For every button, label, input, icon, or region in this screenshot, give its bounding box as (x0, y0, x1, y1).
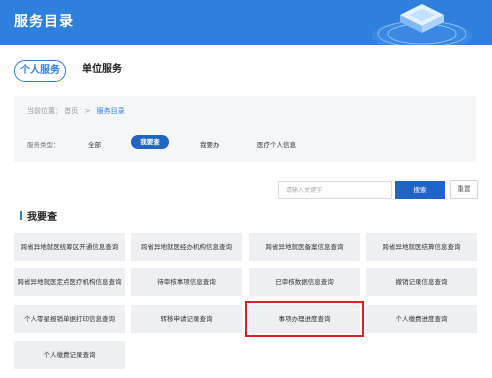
service-card[interactable]: 跨省异地就医备案信息查询 (249, 233, 360, 261)
breadcrumb-prefix: 当前位置： (27, 107, 62, 115)
filter-option-medical-info[interactable]: 医疗个人信息 (257, 139, 296, 149)
tab-personal-services[interactable]: 个人服务 (14, 60, 66, 82)
service-card[interactable]: 已审核数据信息查询 (249, 268, 360, 296)
section-accent-bar (20, 211, 22, 220)
filter-option-all[interactable]: 全部 (88, 139, 101, 149)
service-card[interactable]: 跨省异地就医统筹区开通信息查询 (14, 233, 125, 261)
service-card[interactable]: 跨省异地就医结算信息查询 (366, 233, 477, 261)
service-card[interactable]: 个人缴费进度查询 (366, 305, 477, 333)
service-card[interactable]: 转移申请记录查询 (131, 305, 242, 333)
filter-option-handle[interactable]: 我要办 (200, 139, 220, 149)
service-card[interactable]: 跨省异地就医定点医疗机构信息查询 (14, 268, 125, 296)
cube-logo-icon (372, 4, 472, 45)
service-card[interactable]: 跨省异地就医经办机构信息查询 (131, 233, 242, 261)
section-title: 我要查 (27, 212, 57, 223)
service-card-highlighted[interactable]: 事项办理进度查询 (245, 301, 364, 337)
service-card[interactable]: 个人缴费记录查询 (14, 341, 125, 369)
search-input[interactable] (278, 181, 392, 199)
tab-unit-services[interactable]: 单位服务 (82, 60, 122, 80)
breadcrumb-current: 服务目录 (96, 107, 125, 115)
service-card[interactable]: 撤销记录信息查询 (366, 268, 477, 296)
page-title: 服务目录 (14, 14, 74, 30)
service-card[interactable]: 待审核事项信息查询 (131, 268, 242, 296)
service-card[interactable]: 个人零星报销单据打印信息查询 (14, 305, 125, 333)
breadcrumb-separator: > (84, 107, 91, 115)
breadcrumb-home-link[interactable]: 首页 (64, 107, 78, 115)
search-button[interactable]: 搜索 (395, 181, 445, 199)
filter-option-query[interactable]: 我要查 (131, 135, 169, 149)
top-header: 服务目录 (0, 0, 492, 45)
service-type-label: 服务类型： (27, 141, 60, 149)
reset-button[interactable]: 重置 (450, 180, 478, 199)
filter-panel: 当前位置： 首页 > 服务目录 服务类型： 全部 我要查 我要办 医疗个人信息 (14, 96, 476, 162)
breadcrumb: 当前位置： 首页 > 服务目录 (27, 106, 125, 116)
